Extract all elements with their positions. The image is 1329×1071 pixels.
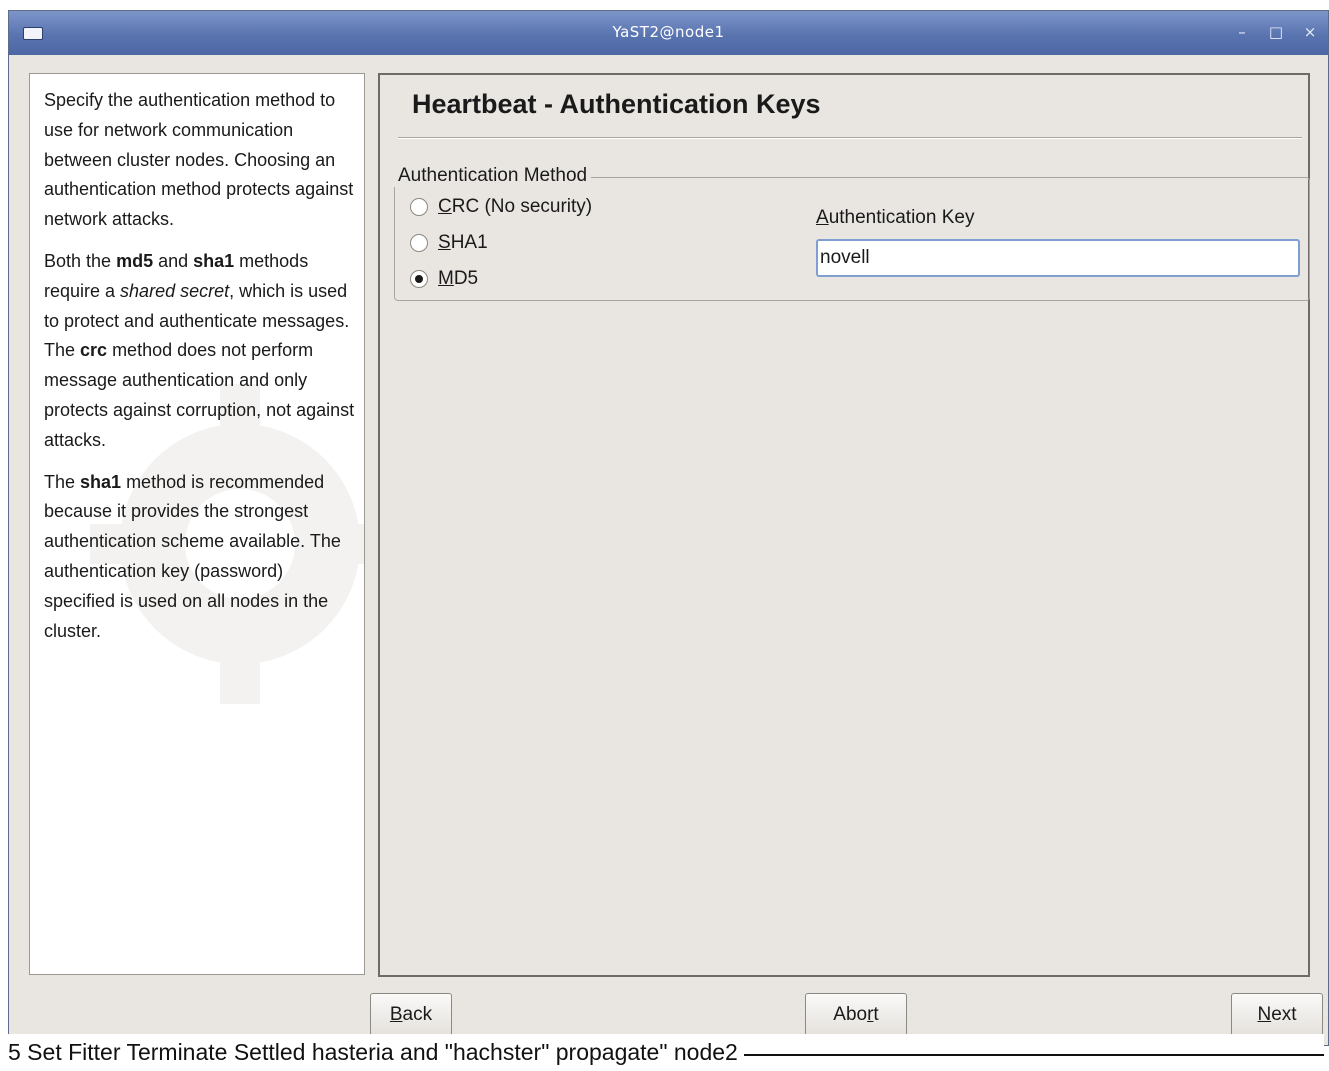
help-paragraph: Both the md5 and sha1 methods require a … — [44, 250, 355, 450]
radio-sha1[interactable]: SHA1 — [410, 231, 488, 255]
close-icon[interactable]: × — [1299, 22, 1321, 42]
caption-text: 5 Set Fitter Terminate Settled hasteria … — [8, 1039, 744, 1065]
auth-key-input[interactable] — [816, 239, 1300, 277]
help-text: Specify the authentication method to use… — [44, 86, 356, 658]
radio-md5-label[interactable]: MD5 — [438, 268, 478, 290]
help-paragraph: The sha1 method is recommended because i… — [44, 471, 341, 641]
auth-method-group-title: Authentication Method — [394, 165, 592, 187]
minimize-icon[interactable]: – — [1231, 22, 1253, 42]
radio-md5-indicator[interactable] — [410, 270, 428, 288]
radio-crc-indicator[interactable] — [410, 198, 428, 216]
caption-bar: 5 Set Fitter Terminate Settled hasteria … — [8, 1034, 1324, 1071]
heading-divider — [398, 137, 1302, 139]
next-button[interactable]: Next — [1231, 993, 1323, 1037]
help-paragraph: Specify the authentication method to use… — [44, 90, 354, 230]
maximize-icon[interactable]: □ — [1265, 22, 1287, 42]
page-title: Heartbeat - Authentication Keys — [412, 89, 821, 119]
yast-window: YaST2@node1 – □ × Specify the authentica… — [8, 10, 1329, 1046]
auth-key-label: Authentication Key — [816, 207, 975, 228]
back-button[interactable]: Back — [370, 993, 452, 1037]
main-panel: Heartbeat - Authentication Keys Authenti… — [378, 73, 1310, 977]
radio-crc[interactable]: CRC (No security) — [410, 195, 592, 219]
abort-button[interactable]: Abort — [805, 993, 907, 1037]
window-title: YaST2@node1 — [612, 23, 725, 41]
radio-sha1-indicator[interactable] — [410, 234, 428, 252]
help-panel: Specify the authentication method to use… — [29, 73, 365, 975]
radio-crc-label[interactable]: CRC (No security) — [438, 196, 592, 218]
radio-md5[interactable]: MD5 — [410, 267, 478, 291]
radio-sha1-label[interactable]: SHA1 — [438, 232, 488, 254]
title-bar[interactable]: YaST2@node1 – □ × — [9, 11, 1328, 55]
